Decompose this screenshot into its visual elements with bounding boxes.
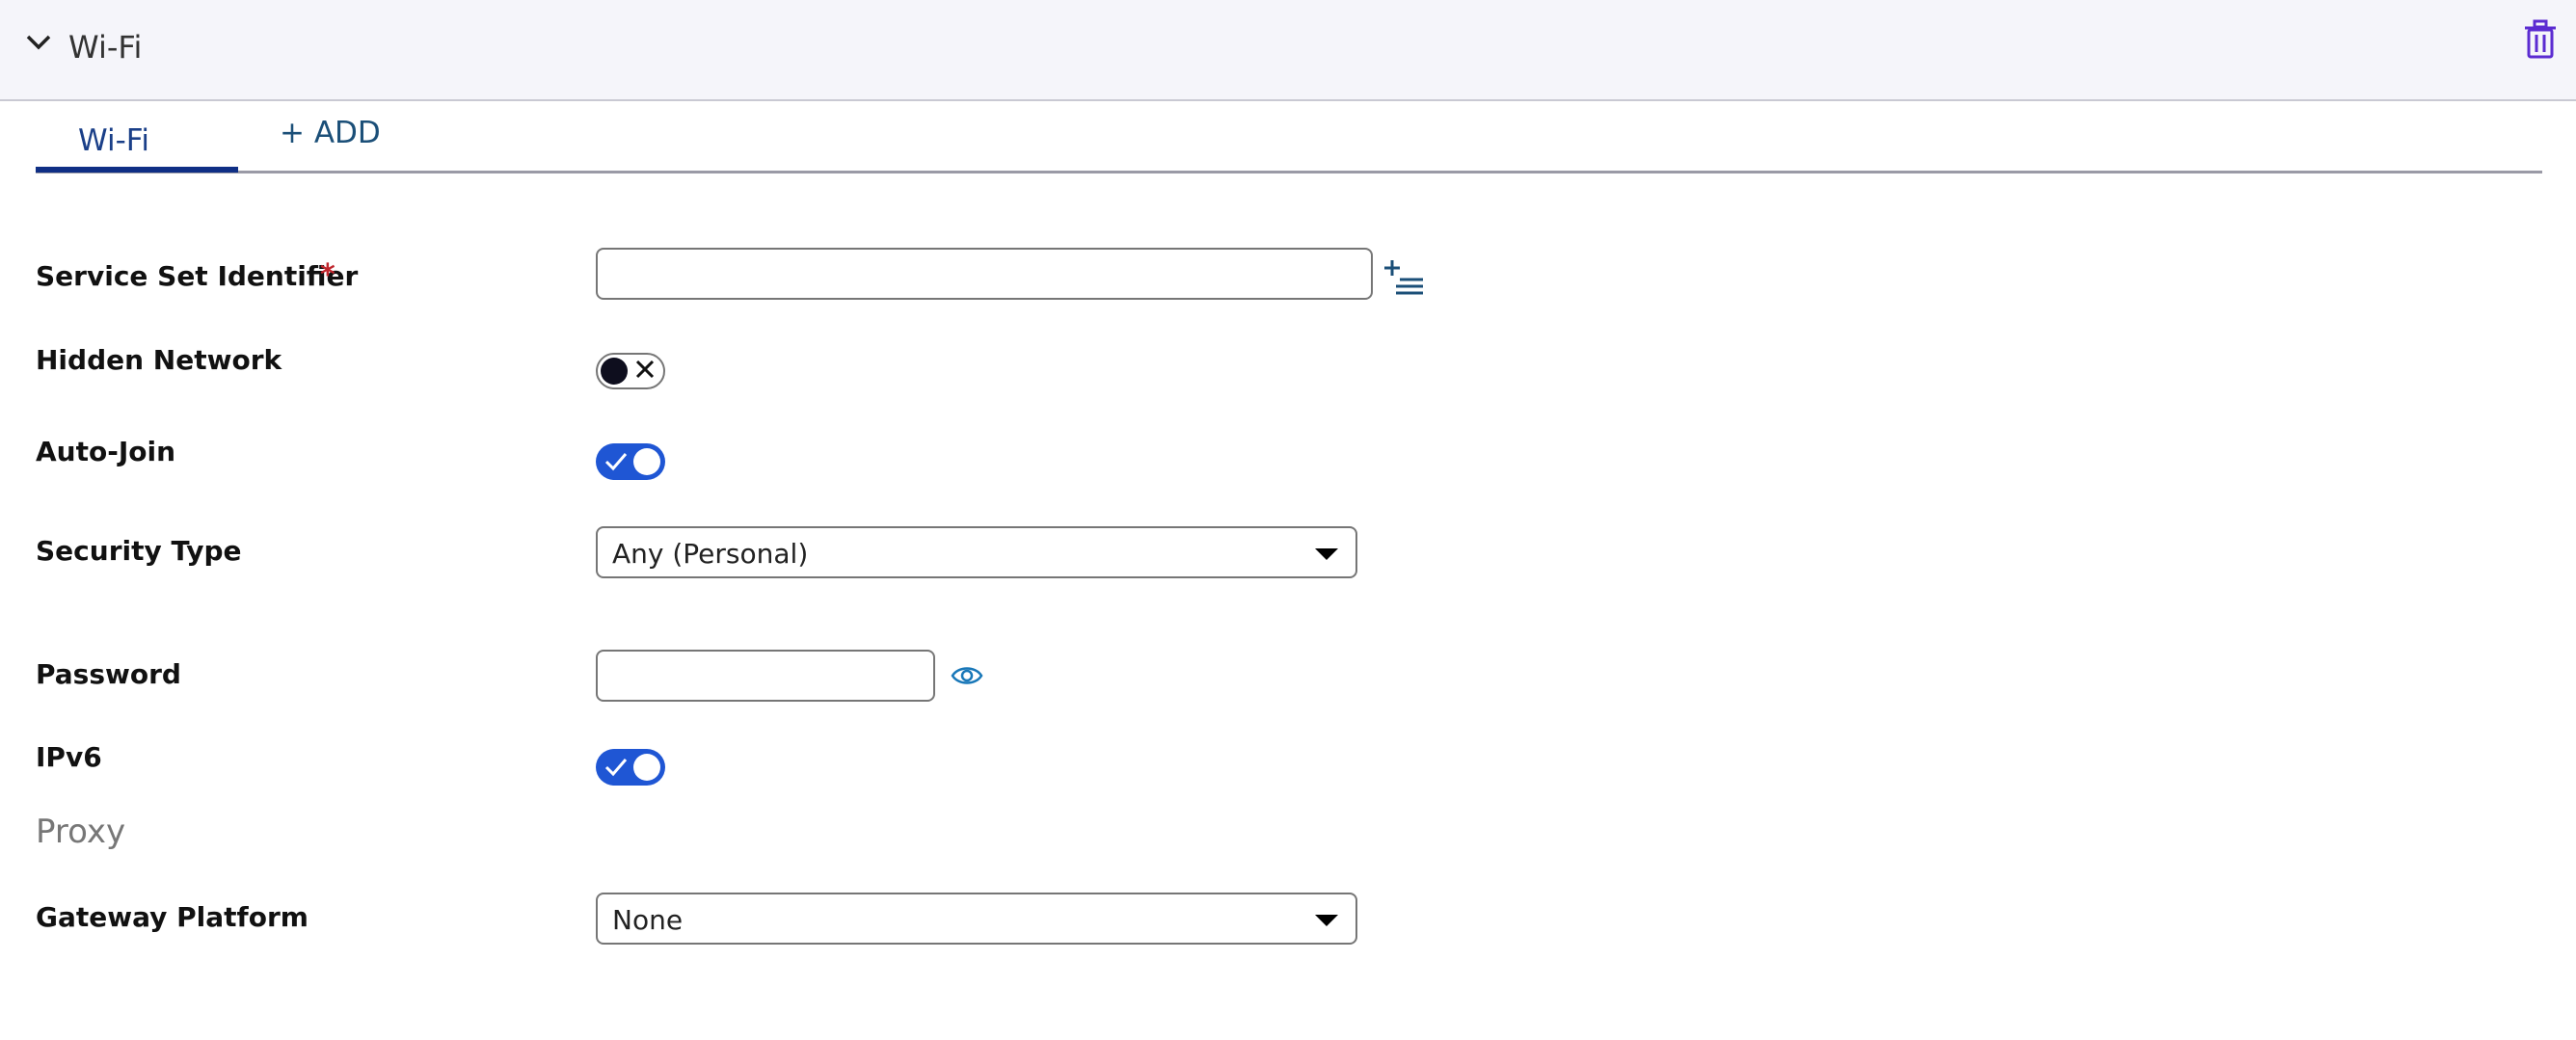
eye-icon[interactable] <box>951 664 983 687</box>
x-icon <box>635 360 655 379</box>
toggle-knob <box>633 448 660 475</box>
auto-join-toggle[interactable] <box>596 443 665 480</box>
toggle-knob <box>601 358 628 385</box>
gateway-platform-value: None <box>612 904 684 936</box>
password-label: Password <box>36 658 181 690</box>
ssid-label: Service Set Identifier <box>36 260 359 292</box>
caret-down-icon <box>1315 548 1338 560</box>
security-type-value: Any (Personal) <box>612 538 809 570</box>
check-icon <box>604 759 628 777</box>
gateway-platform-label: Gateway Platform <box>36 901 309 933</box>
proxy-section-heading: Proxy <box>36 813 126 851</box>
hidden-network-label: Hidden Network <box>36 344 282 376</box>
required-marker: * <box>320 258 335 292</box>
toggle-knob <box>633 754 660 781</box>
password-input[interactable] <box>596 650 935 702</box>
gateway-platform-select[interactable]: None <box>596 893 1357 945</box>
add-list-icon[interactable] <box>1382 258 1425 297</box>
ipv6-toggle[interactable] <box>596 749 665 786</box>
ipv6-label: IPv6 <box>36 741 102 773</box>
caret-down-icon <box>1315 915 1338 926</box>
security-type-select[interactable]: Any (Personal) <box>596 526 1357 578</box>
tab-add-button[interactable]: + ADD <box>280 116 381 150</box>
section-title: Wi-Fi <box>68 29 143 66</box>
chevron-down-icon[interactable] <box>25 33 52 52</box>
security-type-label: Security Type <box>36 535 242 567</box>
section-header: Wi-Fi <box>0 0 2576 101</box>
ssid-input[interactable] <box>596 248 1373 300</box>
tab-divider <box>36 171 2542 173</box>
tab-active-indicator <box>36 167 238 173</box>
tab-wifi[interactable]: Wi-Fi <box>78 123 149 158</box>
auto-join-label: Auto-Join <box>36 436 176 467</box>
check-icon <box>604 453 628 471</box>
trash-icon[interactable] <box>2523 19 2558 60</box>
hidden-network-toggle[interactable] <box>596 353 665 389</box>
